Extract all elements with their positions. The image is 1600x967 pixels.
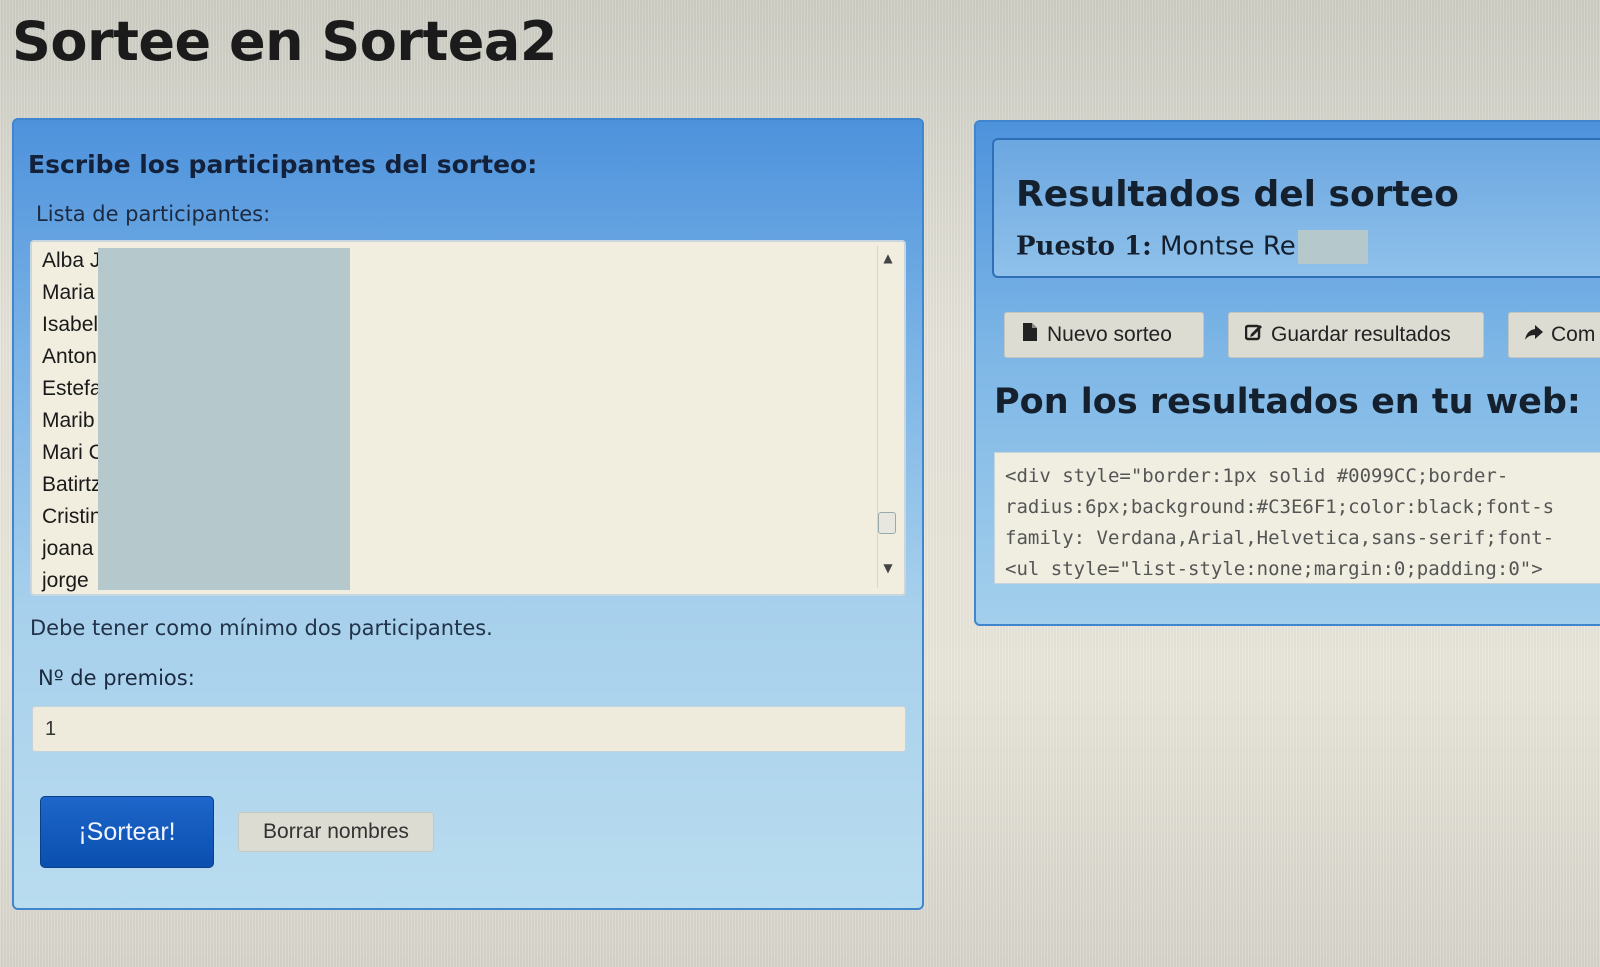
new-draw-button[interactable]: Nuevo sorteo (1004, 312, 1204, 358)
participant-line: Cristin (42, 505, 102, 528)
share-button[interactable]: Com (1508, 312, 1600, 358)
participant-line: Alba J (42, 249, 101, 272)
results-panel: Resultados del sorteo Puesto 1: Montse R… (974, 120, 1600, 626)
participant-line: Batirtz (42, 473, 102, 496)
share-label: Com (1551, 323, 1596, 346)
participant-line: Estefa (42, 377, 102, 400)
participants-list-label: Lista de participantes: (36, 202, 271, 226)
participants-scrollbar[interactable]: ▲ ▼ (877, 246, 898, 588)
edit-icon (1244, 313, 1263, 357)
minimum-participants-note: Debe tener como mínimo dos participantes… (30, 616, 493, 640)
results-title: Resultados del sorteo (1016, 174, 1459, 215)
result-line: Puesto 1: Montse Re (1016, 230, 1368, 264)
result-rank: Puesto 1: (1016, 231, 1152, 262)
redacted-winner-block (1297, 230, 1368, 264)
participant-line: joana (42, 537, 94, 560)
save-results-button[interactable]: Guardar resultados (1228, 312, 1484, 358)
file-icon (1021, 313, 1039, 357)
results-box: Resultados del sorteo Puesto 1: Montse R… (992, 138, 1600, 278)
prizes-input[interactable]: 1 (32, 706, 906, 752)
page-title: Sortee en Sortea2 (12, 10, 557, 73)
code-line: family: Verdana,Arial,Helvetica,sans-ser… (1005, 527, 1555, 549)
new-draw-label: Nuevo sorteo (1047, 323, 1172, 346)
participant-line: Marib (42, 409, 95, 432)
participants-textarea[interactable]: Alba J Maria Isabel Anton Estefa Marib M… (30, 240, 906, 596)
participant-line: Isabel (42, 313, 99, 336)
share-arrow-icon (1525, 313, 1543, 357)
participants-heading: Escribe los participantes del sorteo: (28, 150, 538, 179)
participant-line: Mari C (42, 441, 104, 464)
save-results-label: Guardar resultados (1271, 323, 1451, 346)
clear-names-button[interactable]: Borrar nombres (238, 812, 434, 852)
scroll-thumb[interactable] (878, 512, 896, 534)
draw-button[interactable]: ¡Sortear! (40, 796, 214, 868)
code-line: <div style="border:1px solid #0099CC;bor… (1005, 465, 1509, 487)
page: Sortee en Sortea2 Escribe los participan… (0, 0, 1600, 967)
embed-code-box[interactable]: <div style="border:1px solid #0099CC;bor… (994, 452, 1600, 584)
embed-heading: Pon los resultados en tu web: (994, 382, 1581, 422)
result-winner: Montse Re (1160, 231, 1296, 262)
participants-panel: Escribe los participantes del sorteo: Li… (12, 118, 924, 910)
participant-line: jorge (42, 569, 89, 592)
code-line: radius:6px;background:#C3E6F1;color:blac… (1005, 496, 1555, 518)
redacted-names-block (98, 248, 350, 590)
scroll-up-arrow-icon[interactable]: ▲ (880, 250, 896, 266)
scroll-down-arrow-icon[interactable]: ▼ (880, 560, 896, 576)
prizes-label: Nº de premios: (38, 666, 195, 690)
participant-line: Maria (42, 281, 95, 304)
code-line: <ul style="list-style:none;margin:0;padd… (1005, 558, 1543, 580)
participant-line: Anton (42, 345, 97, 368)
